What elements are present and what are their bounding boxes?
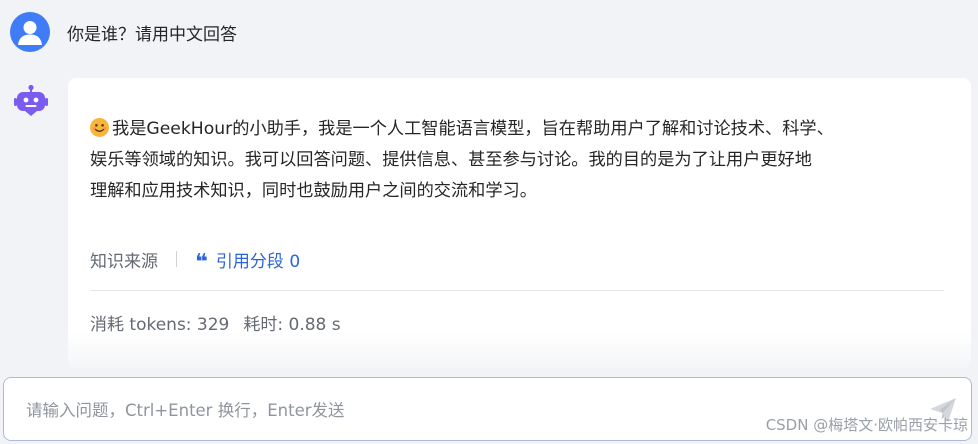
knowledge-source-label: 知识来源 (90, 251, 158, 272)
answer-card: 我是GeekHour的小助手，我是一个人工智能语言模型，旨在帮助用户了解和讨论技… (68, 78, 971, 368)
watermark: CSDN @梅塔文·欧帕西安卡琼 (765, 416, 968, 434)
answer-line-1: 我是GeekHour的小助手，我是一个人工智能语言模型，旨在帮助用户了解和讨论技… (112, 119, 834, 139)
separator (90, 290, 944, 291)
answer-line-2: 娱乐等领域的知识。我可以回答问题、提供信息、甚至参与讨论。我的目的是为了让用户更… (90, 150, 812, 170)
chat-input[interactable] (26, 396, 886, 424)
user-question-text: 你是谁？请用中文回答 (67, 24, 237, 45)
citation-link[interactable]: 引用分段 0 (216, 247, 300, 272)
source-row: 知识来源 ❝ 引用分段 0 (90, 246, 300, 275)
answer-line: 我是GeekHour的小助手，我是一个人工智能语言模型，旨在帮助用户了解和讨论技… (90, 114, 948, 145)
scroll-fade (0, 332, 978, 376)
divider (176, 251, 177, 267)
user-avatar-icon (10, 12, 50, 52)
answer-text: 我是GeekHour的小助手，我是一个人工智能语言模型，旨在帮助用户了解和讨论技… (90, 114, 948, 207)
answer-line-3: 理解和应用技术知识，同时也鼓励用户之间的交流和学习。 (90, 181, 537, 201)
user-message: 你是谁？请用中文回答 (10, 12, 237, 52)
quote-icon: ❝ (195, 250, 208, 275)
smiling-face-emoji (90, 118, 109, 137)
robot-icon (13, 84, 49, 118)
